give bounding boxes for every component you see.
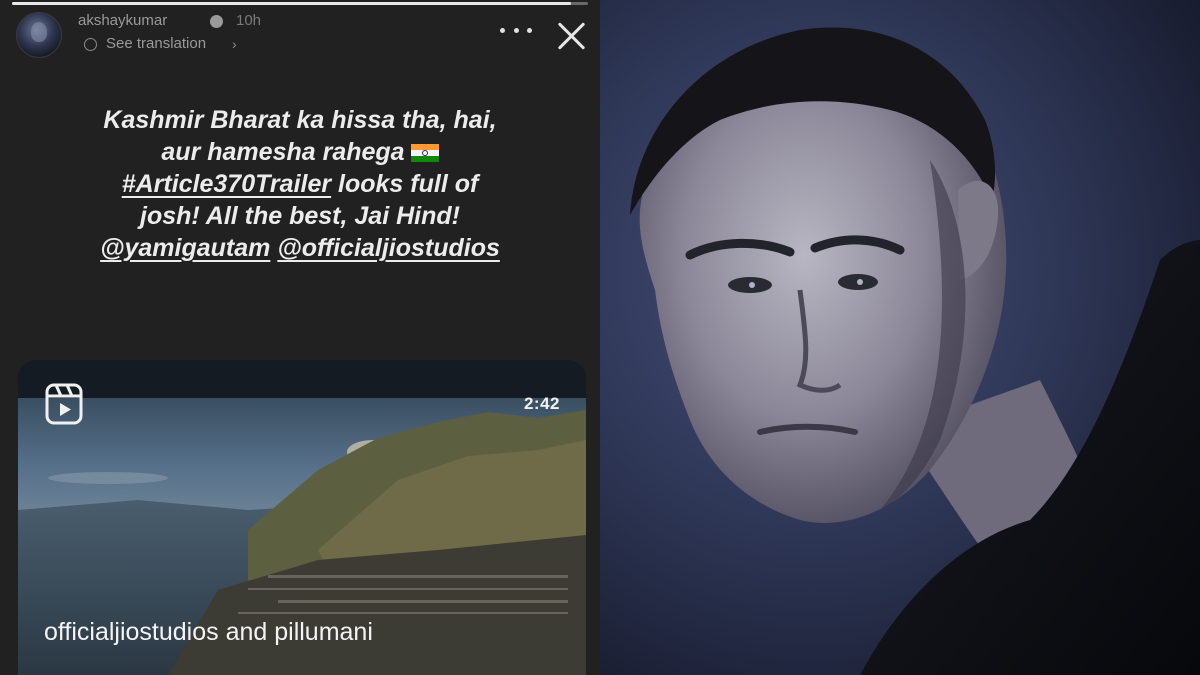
story-progress-bar	[12, 2, 588, 5]
profile-avatar[interactable]	[16, 12, 62, 58]
story-username[interactable]: akshaykumar	[78, 12, 167, 29]
caption-line-5: @yamigautam @officialjiostudios	[40, 232, 560, 264]
hashtag-link[interactable]: #Article370Trailer	[122, 170, 331, 198]
close-icon[interactable]	[554, 18, 590, 54]
mention-link-officialjiostudios[interactable]: @officialjiostudios	[277, 234, 500, 262]
caption-line-3-text: looks full of	[331, 170, 479, 198]
shared-reel-card[interactable]: 2:42 officialjiostudios and pillumani	[18, 360, 586, 675]
portrait-photo	[600, 0, 1200, 675]
see-translation-link[interactable]: See translation	[106, 35, 206, 52]
story-caption: Kashmir Bharat ka hissa tha, hai, aur ha…	[40, 104, 560, 264]
caption-line-2: aur hamesha rahega	[40, 136, 560, 168]
reels-icon	[45, 383, 83, 425]
story-progress-fill	[12, 2, 571, 5]
caption-line-3: #Article370Trailer looks full of	[40, 168, 560, 200]
portrait-illustration	[630, 27, 1200, 675]
verified-badge-icon	[210, 15, 223, 28]
video-duration: 2:42	[523, 394, 560, 413]
more-options-icon[interactable]	[500, 20, 532, 40]
mention-link-yamigautam[interactable]: @yamigautam	[100, 234, 270, 262]
instagram-story-panel: akshaykumar 10h See translation › Kashmi…	[0, 0, 600, 675]
story-timestamp: 10h	[236, 12, 262, 29]
collab-credit-text: officialjiostudios and pillumani	[44, 618, 373, 646]
caption-line-1: Kashmir Bharat ka hissa tha, hai,	[103, 106, 497, 134]
globe-icon	[84, 38, 97, 51]
chevron-down-icon[interactable]: ›	[232, 36, 237, 52]
caption-line-2-text: aur hamesha rahega	[161, 138, 405, 166]
caption-line-4: josh! All the best, Jai Hind!	[140, 202, 460, 230]
indian-flag-icon	[410, 144, 439, 162]
